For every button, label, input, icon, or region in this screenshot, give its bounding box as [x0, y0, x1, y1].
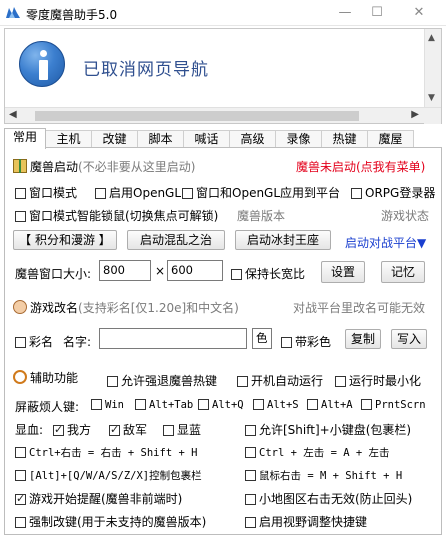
user-icon	[13, 300, 27, 314]
view-adjust-hotkey-checkbox[interactable]: 启用视野调整快捷键	[245, 513, 367, 530]
block-key-alt-s-checkbox[interactable]: Alt+S	[253, 399, 299, 411]
scroll-up-icon[interactable]: ▲	[428, 33, 435, 43]
points-roaming-button[interactable]: 【 积分和漫游 】	[13, 230, 117, 250]
close-button[interactable]: ✕	[408, 4, 430, 22]
vertical-scrollbar[interactable]: ▲ ▼	[424, 29, 441, 107]
mouse-right-click-checkbox[interactable]: 鼠标右击 = M + Shift + H	[245, 468, 402, 483]
block-keys-label: 屏蔽烦人键:	[15, 400, 80, 414]
navigation-cancelled-text: 已取消网页导航	[83, 60, 209, 80]
title-bar: 零度魔兽助手5.0 — ☐ ✕	[0, 0, 446, 26]
platform-rename-note: 对战平台里改名可能无效	[293, 301, 426, 315]
app-logo-icon	[6, 7, 20, 18]
force-remap-checkbox[interactable]: 强制改键(用于未支持的魔兽版本)	[15, 513, 206, 530]
gift-icon	[13, 159, 27, 173]
copy-name-button[interactable]: 复制	[345, 329, 381, 349]
game-start-alert-checkbox[interactable]: 游戏开始提醒(魔兽非前端时)	[15, 490, 182, 507]
show-hp-label: 显血:	[15, 423, 44, 437]
gradient-color-checkbox[interactable]: 带彩色	[281, 333, 331, 350]
ctrl-right-click-checkbox[interactable]: Ctrl+右击 = 右击 + Shift + H	[15, 445, 197, 460]
scroll-right-icon[interactable]: ▶	[411, 109, 419, 120]
block-key-alt-a-checkbox[interactable]: Alt+A	[307, 399, 353, 411]
write-name-button[interactable]: 写入	[391, 329, 427, 349]
alt-inventory-checkbox[interactable]: [Alt]+[Q/W/A/S/Z/X]控制包裹栏	[15, 468, 202, 483]
launch-section-header: 魔兽启动(不必非要从这里启动)	[13, 158, 195, 175]
shift-keypad-checkbox[interactable]: 允许[Shift]+小键盘(包裹栏)	[245, 421, 411, 438]
color-name-checkbox[interactable]: 彩名	[15, 333, 53, 350]
window-height-input[interactable]: 600	[167, 260, 223, 281]
game-status-link[interactable]: 魔兽未启动(点我有菜单)	[296, 158, 425, 175]
tab-script[interactable]: 脚本	[137, 130, 184, 148]
tab-hotkey[interactable]: 热键	[321, 130, 368, 148]
scroll-left-icon[interactable]: ◀	[9, 109, 17, 120]
keep-ratio-checkbox[interactable]: 保持长宽比	[231, 265, 305, 282]
info-icon	[19, 41, 65, 87]
minimize-button[interactable]: —	[334, 4, 356, 22]
ctrl-left-click-checkbox[interactable]: Ctrl + 左击 = A + 左击	[245, 445, 390, 460]
tab-remap[interactable]: 改键	[91, 130, 138, 148]
window-title: 零度魔兽助手5.0	[26, 8, 118, 22]
tab-common[interactable]: 常用	[4, 128, 46, 149]
browser-pane: 已取消网页导航 ▲ ▼ ◀ ▶	[4, 28, 442, 124]
show-hp-enemy-checkbox[interactable]: 敌军	[109, 421, 147, 438]
tab-magic-house[interactable]: 魔屋	[367, 130, 414, 148]
scrollbar-corner	[424, 108, 441, 124]
force-quit-hotkey-checkbox[interactable]: 允许强退魔兽热键	[107, 372, 217, 389]
smart-mouse-lock-checkbox[interactable]: 窗口模式智能锁鼠(切换焦点可解锁)	[15, 207, 218, 224]
launch-frozen-throne-button[interactable]: 启动冰封王座	[235, 230, 331, 250]
orpg-checkbox[interactable]: ORPG登录器	[351, 184, 435, 201]
scroll-down-icon[interactable]: ▼	[428, 93, 435, 103]
game-state-label: 游戏状态	[381, 209, 430, 223]
block-key-prntscrn-checkbox[interactable]: PrntScrn	[361, 399, 426, 411]
maximize-button[interactable]: ☐	[366, 4, 388, 22]
scrollbar-thumb[interactable]	[35, 111, 359, 121]
horizontal-scrollbar[interactable]: ◀ ▶	[5, 107, 441, 124]
minimap-right-click-checkbox[interactable]: 小地图区右击无效(防止回头)	[245, 490, 412, 507]
window-mode-checkbox[interactable]: 窗口模式	[15, 184, 77, 201]
times-sign: ×	[155, 264, 166, 278]
opengl-checkbox[interactable]: 启用OpenGL	[95, 184, 181, 201]
autostart-checkbox[interactable]: 开机自动运行	[237, 372, 323, 389]
tab-replay[interactable]: 录像	[275, 130, 322, 148]
assist-ring-icon	[13, 370, 27, 384]
tab-advanced[interactable]: 高级	[229, 130, 276, 148]
window-opengl-platform-checkbox[interactable]: 窗口和OpenGL应用到平台	[182, 184, 340, 201]
window-size-label: 魔兽窗口大小:	[15, 267, 92, 281]
battle-platform-dropdown[interactable]: 启动对战平台▼	[345, 234, 426, 251]
tab-strip: 常用 主机 改键 脚本 喊话 高级 录像 热键 魔屋	[4, 128, 442, 149]
name-label: 名字:	[63, 335, 92, 349]
player-name-input[interactable]	[99, 328, 247, 349]
remember-size-button[interactable]: 记忆	[381, 261, 425, 283]
tab-shout[interactable]: 喊话	[183, 130, 230, 148]
color-picker-button[interactable]: 色	[252, 328, 272, 349]
block-key-win-checkbox[interactable]: Win	[91, 399, 124, 411]
block-key-alt-tab-checkbox[interactable]: Alt+Tab	[135, 399, 193, 411]
show-hp-ally-checkbox[interactable]: 我方	[53, 421, 91, 438]
tab-host[interactable]: 主机	[45, 130, 92, 148]
minimize-on-run-checkbox[interactable]: 运行时最小化	[335, 372, 421, 389]
launch-chaos-button[interactable]: 启动混乱之治	[127, 230, 225, 250]
version-label: 魔兽版本	[237, 209, 286, 223]
common-tab-panel: 魔兽启动(不必非要从这里启动) 魔兽未启动(点我有菜单) 窗口模式 启用Open…	[4, 147, 442, 535]
rename-section-header: 游戏改名(支持彩名[仅1.20e]和中文名)	[13, 299, 239, 316]
assist-section-header: 辅助功能	[13, 369, 78, 386]
show-mana-checkbox[interactable]: 显蓝	[163, 421, 201, 438]
set-size-button[interactable]: 设置	[321, 261, 365, 283]
window-width-input[interactable]: 800	[99, 260, 151, 281]
block-key-alt-q-checkbox[interactable]: Alt+Q	[198, 399, 244, 411]
